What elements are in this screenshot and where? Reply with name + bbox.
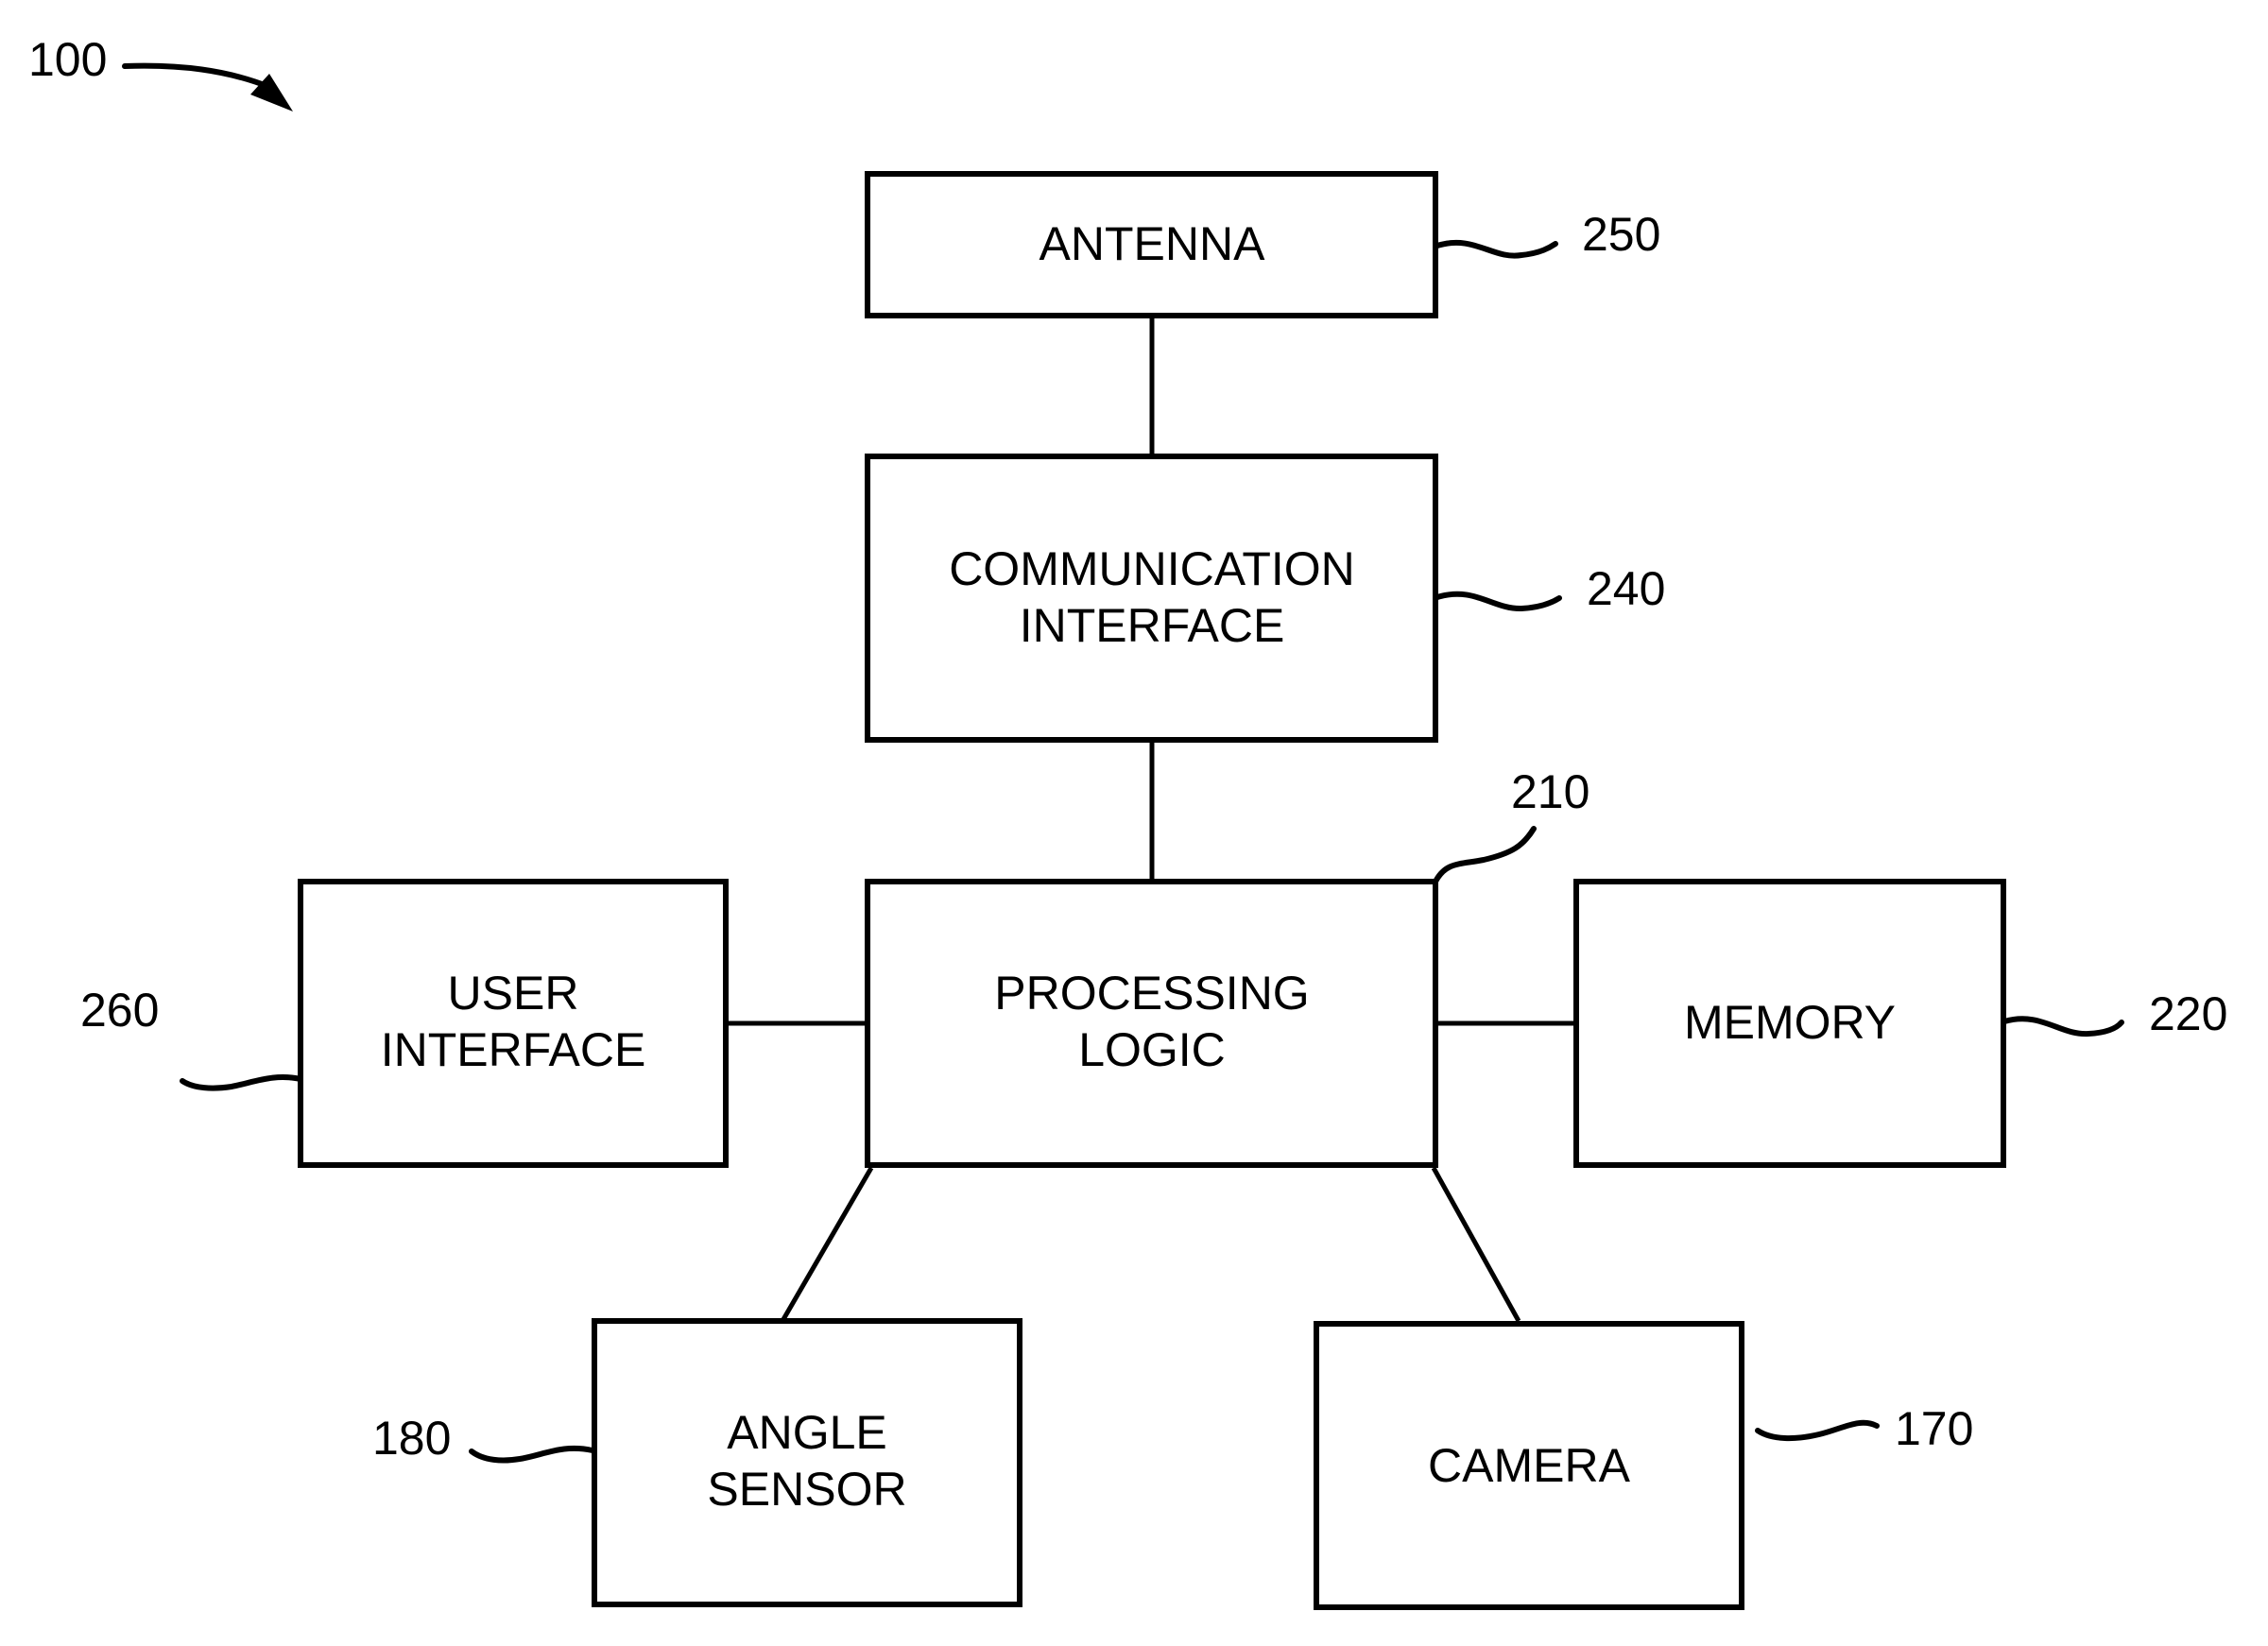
antenna-label: ANTENNA	[1040, 217, 1266, 270]
communication-interface-leader	[1435, 591, 1562, 612]
processing-logic-label-line2: LOGIC	[1078, 1023, 1226, 1076]
connector-processing-angle-sensor	[780, 1166, 874, 1323]
processing-logic-leader	[1433, 826, 1537, 884]
user-interface-label-line2: INTERFACE	[381, 1023, 646, 1076]
communication-interface-label-line1: COMMUNICATION	[949, 542, 1355, 595]
communication-interface-label-line2: INTERFACE	[1020, 599, 1285, 652]
communication-interface-ref: 240	[1587, 562, 1665, 615]
angle-sensor-ref: 180	[372, 1412, 451, 1465]
processing-logic-label-line1: PROCESSING	[994, 967, 1309, 1020]
memory-label: MEMORY	[1684, 996, 1896, 1049]
user-interface-label-line1: USER	[448, 967, 579, 1020]
user-interface-ref: 260	[80, 984, 159, 1037]
camera-ref: 170	[1895, 1402, 1973, 1455]
memory-block: MEMORY	[1573, 879, 2006, 1168]
user-interface-block: USER INTERFACE	[298, 879, 729, 1168]
antenna-ref: 250	[1582, 208, 1660, 261]
angle-sensor-label-line1: ANGLE	[727, 1406, 887, 1459]
processing-logic-block: PROCESSING LOGIC	[865, 879, 1438, 1168]
user-interface-leader	[180, 1074, 303, 1091]
connector-processing-camera	[1431, 1166, 1521, 1323]
memory-ref: 220	[2149, 987, 2227, 1040]
antenna-leader	[1435, 239, 1558, 259]
angle-sensor-label-line2: SENSOR	[707, 1463, 906, 1516]
processing-logic-ref: 210	[1511, 765, 1589, 818]
angle-sensor-block: ANGLE SENSOR	[592, 1318, 1022, 1607]
figure-ref-label: 100	[28, 33, 107, 86]
communication-interface-block: COMMUNICATION INTERFACE	[865, 454, 1438, 743]
antenna-block: ANTENNA	[865, 171, 1438, 318]
block-diagram: 100 ANTENNA 250 COMMUNICATION INTERFACE …	[28, 33, 2227, 1610]
curved-arrow-icon	[122, 62, 293, 111]
camera-block: CAMERA	[1314, 1321, 1744, 1610]
camera-label: CAMERA	[1428, 1439, 1631, 1492]
memory-leader	[2002, 1016, 2124, 1037]
angle-sensor-leader	[469, 1445, 595, 1464]
camera-leader	[1755, 1419, 1880, 1442]
